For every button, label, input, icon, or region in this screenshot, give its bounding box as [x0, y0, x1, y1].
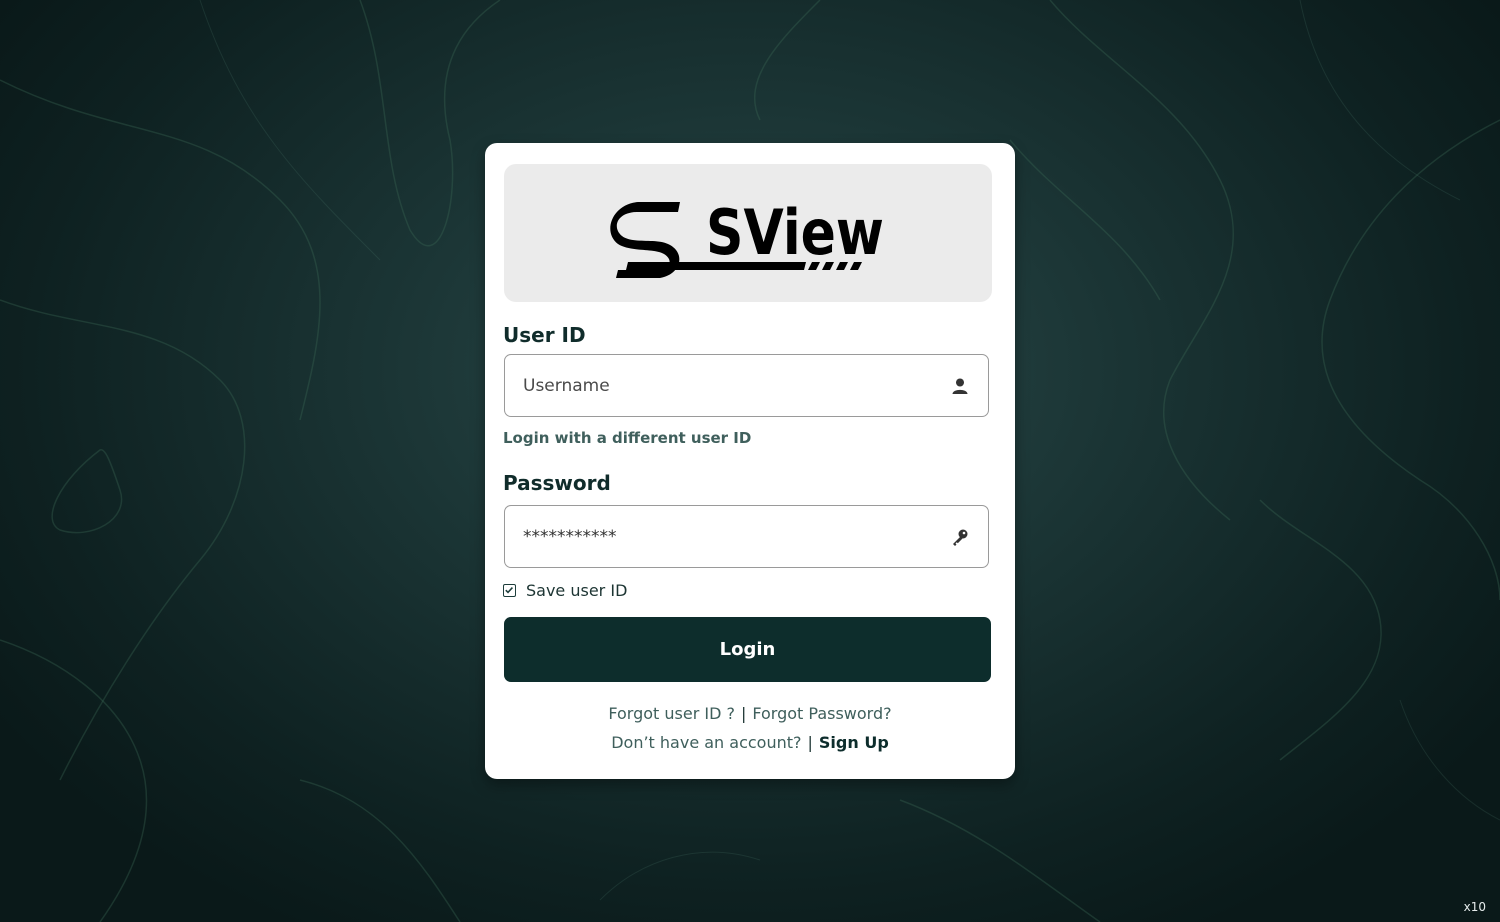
login-button[interactable]: Login — [504, 617, 991, 682]
user-id-input[interactable] — [523, 355, 923, 416]
password-label: Password — [503, 471, 611, 495]
login-different-user-link[interactable]: Login with a different user ID — [503, 429, 751, 447]
save-user-id-row[interactable]: Save user ID — [503, 580, 627, 600]
user-id-field[interactable] — [504, 354, 989, 417]
forgot-links-row: Forgot user ID ? | Forgot Password? — [485, 704, 1015, 723]
sign-up-link[interactable]: Sign Up — [819, 733, 889, 752]
password-field[interactable] — [504, 505, 989, 568]
version-label: x10 — [1463, 900, 1486, 914]
signup-separator: | — [807, 733, 813, 752]
user-id-label: User ID — [503, 323, 586, 347]
footer-separator: | — [740, 704, 747, 723]
logo-panel: SView — [504, 164, 992, 302]
logo-text: SView — [706, 196, 884, 269]
forgot-password-link[interactable]: Forgot Password? — [752, 704, 891, 723]
save-user-id-checkbox[interactable] — [503, 583, 516, 597]
key-icon — [950, 527, 970, 547]
login-card: SView User ID Login with a different use… — [485, 143, 1015, 779]
signup-row: Don’t have an account? | Sign Up — [485, 733, 1015, 752]
forgot-user-id-link[interactable]: Forgot user ID ? — [608, 704, 735, 723]
save-user-id-label: Save user ID — [526, 580, 628, 600]
sview-logo: SView — [610, 196, 884, 278]
checkmark-icon — [505, 586, 513, 594]
password-input[interactable] — [523, 506, 923, 567]
no-account-text: Don’t have an account? — [611, 733, 802, 752]
user-icon — [950, 376, 970, 396]
